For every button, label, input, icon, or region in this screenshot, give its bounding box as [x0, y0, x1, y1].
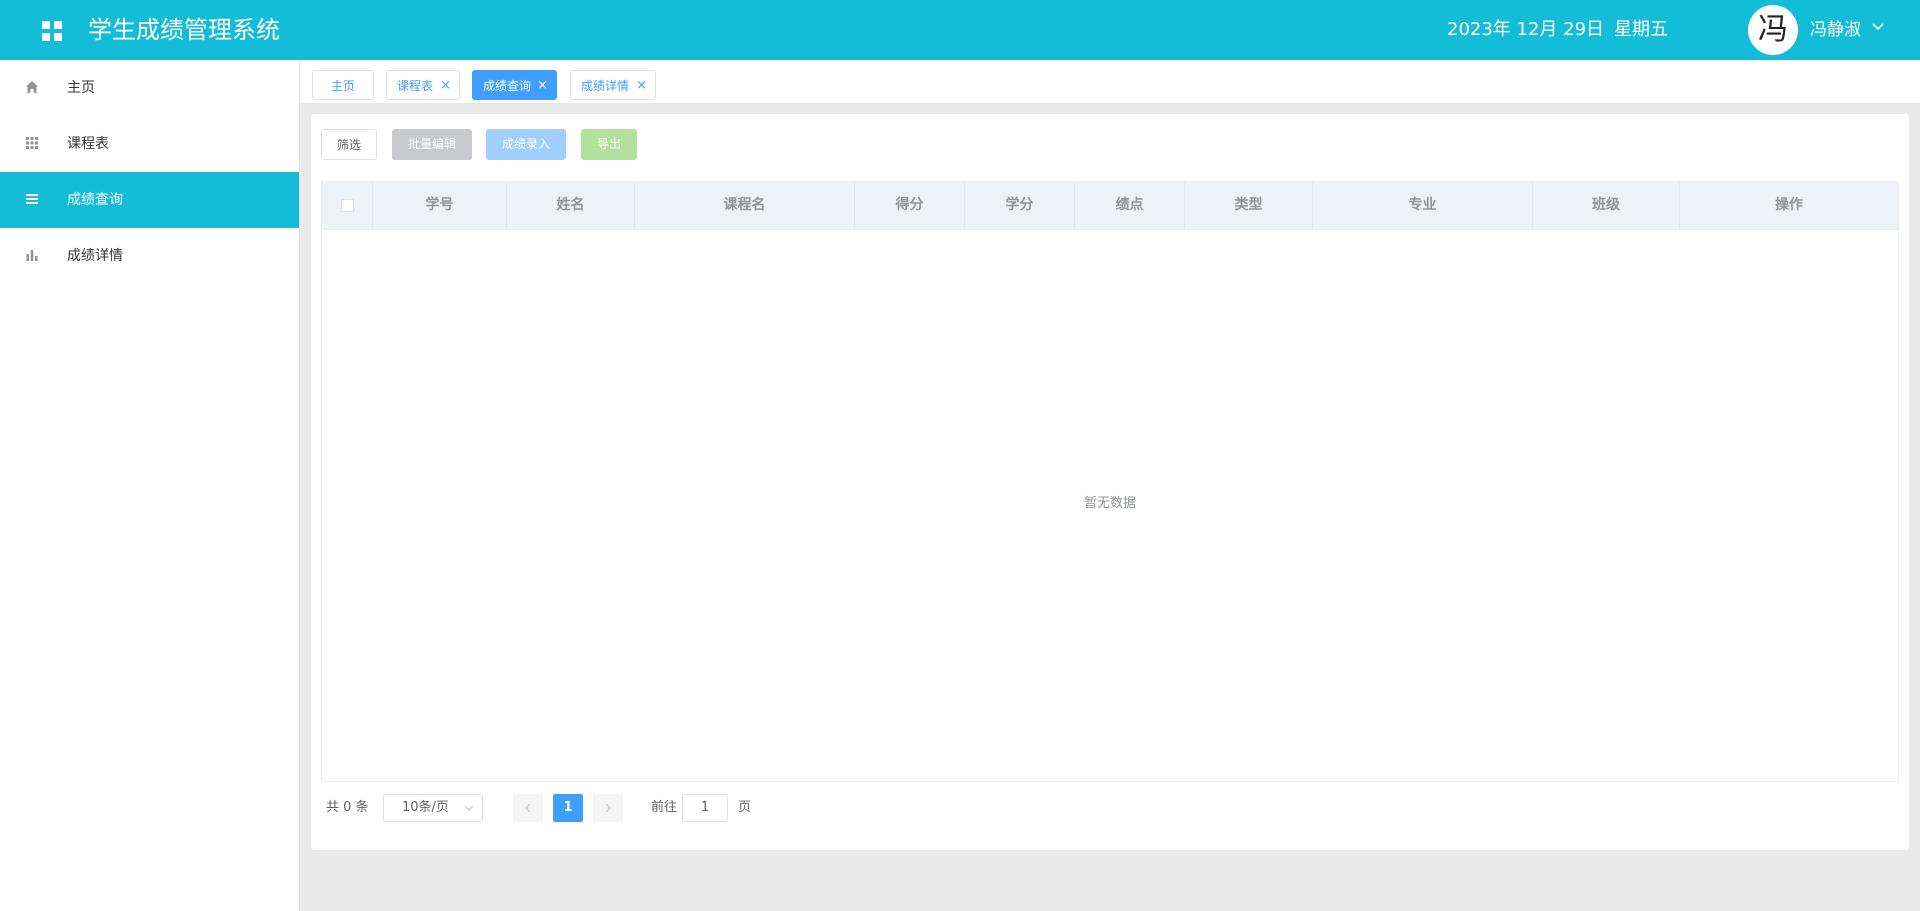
- filter-button[interactable]: 筛选: [321, 129, 377, 160]
- avatar[interactable]: 冯: [1748, 5, 1798, 55]
- column-header-major[interactable]: 专业: [1313, 182, 1533, 229]
- sidebar-item-grade-query[interactable]: 成绩查询: [0, 172, 299, 228]
- tab-label: 主页: [331, 79, 356, 93]
- column-header-gpa[interactable]: 绩点: [1075, 182, 1185, 229]
- page-size-value: 10条/页: [402, 800, 449, 815]
- table-header: 学号 姓名 课程名 得分 学分 绩点 类型 专业 班级 操作: [322, 182, 1898, 230]
- sidebar-item-home[interactable]: 主页: [0, 60, 299, 116]
- tab-bar: 主页 课程表 × 成绩查询 × 成绩详情 ×: [300, 60, 1920, 104]
- grades-table: 学号 姓名 课程名 得分 学分 绩点 类型 专业 班级 操作 暂无数据: [321, 181, 1899, 782]
- close-icon[interactable]: ×: [537, 71, 548, 101]
- tab-home[interactable]: 主页: [312, 70, 374, 100]
- chevron-down-icon[interactable]: [1871, 20, 1885, 34]
- sidebar-item-label: 成绩查询: [67, 192, 123, 208]
- column-header-student-id[interactable]: 学号: [373, 182, 507, 229]
- tab-grade-details[interactable]: 成绩详情 ×: [570, 70, 656, 100]
- empty-state-text: 暂无数据: [1083, 496, 1136, 511]
- sidebar-item-label: 主页: [67, 80, 95, 96]
- current-date: 2023年 12月 29日: [1447, 19, 1605, 40]
- tab-schedule[interactable]: 课程表 ×: [386, 70, 460, 100]
- tab-label: 成绩详情: [581, 79, 630, 93]
- column-header-credit[interactable]: 学分: [965, 182, 1075, 229]
- chevron-right-icon: [605, 803, 611, 813]
- tab-label: 课程表: [397, 79, 434, 93]
- export-button[interactable]: 导出: [581, 129, 637, 160]
- sidebar: 主页 课程表 成绩查询 成绩详情: [0, 60, 300, 911]
- prev-page-button[interactable]: [513, 794, 543, 822]
- bar-chart-icon: [26, 250, 38, 261]
- select-all-checkbox[interactable]: [341, 199, 354, 212]
- column-header-course[interactable]: 课程名: [635, 182, 855, 229]
- sidebar-item-label: 课程表: [67, 136, 109, 152]
- column-header-actions: 操作: [1775, 197, 1803, 213]
- goto-unit-label: 页: [738, 800, 752, 815]
- select-all-column: [322, 182, 373, 229]
- tab-label: 成绩查询: [483, 79, 532, 93]
- chevron-down-icon: [464, 805, 474, 811]
- main-card: 筛选 批量编辑 成绩录入 导出 学号 姓名 课程名 得分 学分 绩点 类型 专业…: [311, 114, 1909, 850]
- username-label[interactable]: 冯静淑: [1810, 18, 1861, 42]
- sidebar-item-grade-details[interactable]: 成绩详情: [0, 228, 299, 284]
- page-number-current[interactable]: 1: [553, 794, 583, 822]
- close-icon[interactable]: ×: [440, 71, 451, 101]
- column-header-class[interactable]: 班级: [1533, 182, 1680, 229]
- close-icon[interactable]: ×: [636, 71, 647, 101]
- grade-entry-button[interactable]: 成绩录入: [486, 129, 566, 160]
- next-page-button[interactable]: [593, 794, 623, 822]
- total-count: 共 0 条: [326, 800, 369, 815]
- app-title: 学生成绩管理系统: [88, 16, 280, 44]
- top-header: 学生成绩管理系统 2023年 12月 29日 星期五 冯 冯静淑: [0, 0, 1920, 60]
- sidebar-item-label: 成绩详情: [67, 248, 123, 264]
- goto-page-input[interactable]: 1: [682, 794, 728, 822]
- current-weekday: 星期五: [1614, 19, 1668, 40]
- sidebar-item-schedule[interactable]: 课程表: [0, 116, 299, 172]
- batch-edit-button[interactable]: 批量编辑: [392, 129, 472, 160]
- chevron-left-icon: [525, 803, 531, 813]
- list-icon: [26, 194, 38, 204]
- column-header-score[interactable]: 得分: [855, 182, 965, 229]
- grid-icon: [26, 137, 38, 149]
- page-size-select[interactable]: 10条/页: [383, 794, 483, 822]
- apps-grid-icon[interactable]: [42, 21, 62, 41]
- column-header-type[interactable]: 类型: [1185, 182, 1313, 229]
- goto-label: 前往: [651, 800, 678, 815]
- home-icon: [26, 81, 38, 93]
- column-header-name[interactable]: 姓名: [507, 182, 635, 229]
- tab-grade-query[interactable]: 成绩查询 ×: [472, 70, 557, 100]
